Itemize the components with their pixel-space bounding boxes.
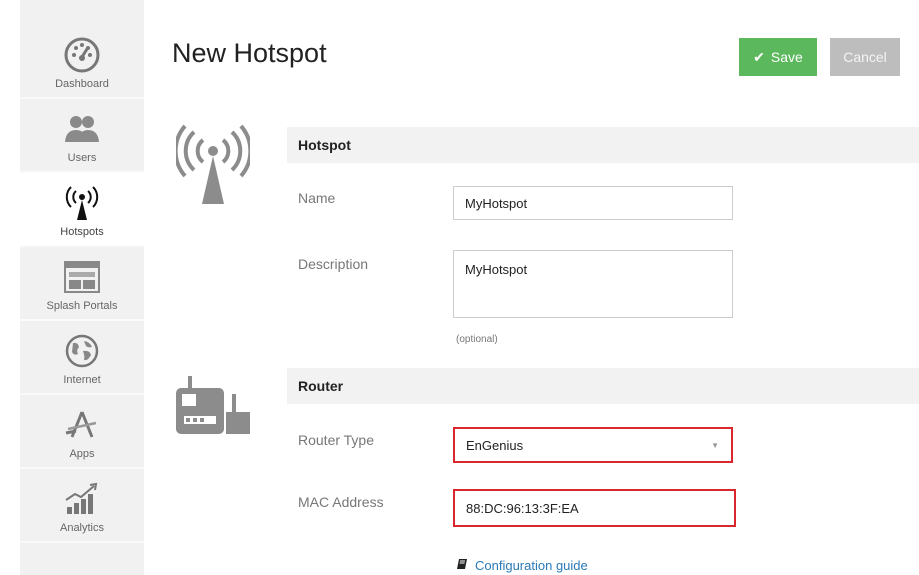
users-icon: [62, 109, 102, 149]
hotspot-icon: [62, 183, 102, 223]
splash-portal-icon: [62, 257, 102, 297]
sidebar-item-label: Splash Portals: [46, 300, 118, 312]
name-input[interactable]: MyHotspot: [453, 186, 733, 220]
sidebar-item-label: Dashboard: [55, 78, 109, 90]
router-type-select[interactable]: EnGenius ▼: [453, 427, 733, 463]
sidebar-item-users[interactable]: Users: [20, 99, 144, 173]
sidebar-item-label: Internet: [63, 374, 101, 386]
cancel-button[interactable]: Cancel: [830, 38, 900, 76]
sidebar-item-label: Analytics: [59, 522, 105, 534]
sidebar-item-apps[interactable]: Apps: [20, 395, 144, 469]
sidebar: Dashboard Users Hotspots Splash Portals …: [20, 0, 144, 575]
hotspot-section-heading: Hotspot: [287, 127, 919, 163]
description-help-text: (optional): [456, 334, 498, 345]
name-label: Name: [298, 190, 336, 206]
book-icon: [456, 558, 475, 573]
sidebar-top-spacer: [20, 0, 144, 25]
router-section-heading: Router: [287, 368, 919, 404]
description-label: Description: [298, 256, 369, 272]
hotspot-icon: [173, 124, 253, 211]
analytics-icon: [62, 479, 102, 519]
sidebar-item-internet[interactable]: Internet: [20, 321, 144, 395]
save-button-label: Save: [770, 49, 803, 65]
page-title: New Hotspot: [172, 38, 327, 68]
configuration-guide-link[interactable]: Configuration guide: [456, 558, 588, 573]
description-textarea[interactable]: MyHotspot: [453, 250, 733, 318]
sidebar-item-label: Users: [67, 152, 97, 164]
router-type-selected-value: EnGenius: [466, 437, 524, 453]
sidebar-item-label: Apps: [69, 448, 95, 460]
configuration-guide-label: Configuration guide: [475, 558, 588, 573]
sidebar-item-hotspots[interactable]: Hotspots: [20, 173, 144, 247]
sidebar-item-analytics[interactable]: Analytics: [20, 469, 144, 543]
mac-address-label: MAC Address: [298, 494, 384, 510]
router-icon: [174, 374, 252, 443]
dashboard-icon: [62, 35, 102, 75]
chevron-down-icon: ▼: [711, 441, 719, 450]
apps-icon: [62, 405, 102, 445]
router-type-label: Router Type: [298, 432, 375, 448]
sidebar-item-label: Hotspots: [60, 226, 104, 238]
checkmark-icon: ✔: [753, 48, 765, 65]
sidebar-item-splash-portals[interactable]: Splash Portals: [20, 247, 144, 321]
globe-icon: [62, 331, 102, 371]
mac-address-input[interactable]: 88:DC:96:13:3F:EA: [453, 489, 736, 527]
sidebar-item-dashboard[interactable]: Dashboard: [20, 25, 144, 99]
save-button[interactable]: ✔ Save: [739, 38, 817, 76]
